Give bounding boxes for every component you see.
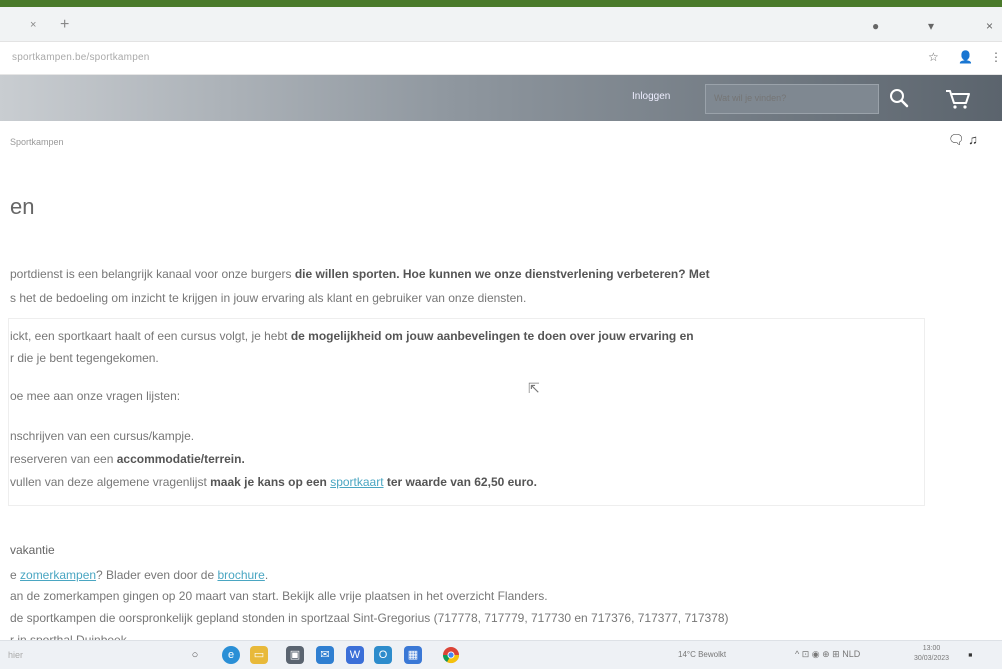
new-tab-icon[interactable]: + — [60, 16, 69, 34]
cart-icon — [946, 90, 970, 109]
share-icons[interactable]: 🗨 ♫ — [948, 132, 978, 148]
search-input[interactable] — [714, 93, 872, 103]
intro-paragraph-line: s het de bedoeling om inzicht te krijgen… — [10, 291, 527, 305]
feedback-paragraph-line: r die je bent tegengekomen. — [10, 351, 159, 365]
section-title: vakantie — [10, 543, 55, 557]
login-link[interactable]: Inloggen — [632, 91, 670, 102]
search-box[interactable] — [705, 84, 879, 114]
taskbar-search-text[interactable]: hier — [8, 650, 23, 660]
chrome-icon[interactable] — [442, 646, 460, 664]
breadcrumb[interactable]: Sportkampen — [10, 137, 64, 147]
page-title: en — [10, 194, 35, 219]
bookmark-star-icon[interactable]: ☆ — [928, 50, 939, 64]
zomerkampen-link[interactable]: zomerkampen — [20, 568, 96, 582]
taskbar: hier ○ e ▭ ▣ ✉ W O ▦ 14°C Bewolkt ^ ⊡ ◉ … — [0, 640, 1002, 669]
close-window-icon[interactable]: × — [986, 19, 993, 33]
survey-prize-line: vullen van deze algemene vragenlijst maa… — [10, 475, 537, 489]
calendar-icon[interactable]: ▦ — [404, 646, 422, 664]
profile-dot-icon[interactable]: ● — [872, 19, 879, 33]
brochure-link[interactable]: brochure — [217, 568, 264, 582]
section-line: e zomerkampen? Blader even door de broch… — [10, 568, 269, 582]
store-icon[interactable]: ▣ — [286, 646, 304, 664]
system-tray[interactable]: ^ ⊡ ◉ ⊕ ⊞ NLD — [795, 649, 860, 660]
taskbar-clock[interactable]: 13:00 30/03/2023 — [914, 644, 949, 664]
feedback-paragraph-line: ickt, een sportkaart haalt of een cursus… — [10, 329, 694, 343]
notification-icon[interactable]: ▪ — [968, 647, 973, 662]
search-icon — [890, 89, 909, 108]
intro-paragraph-line: portdienst is een belangrijk kanaal voor… — [10, 267, 710, 281]
file-explorer-icon[interactable]: ▭ — [250, 646, 268, 664]
mouse-cursor-icon: ⇱ — [528, 380, 540, 396]
cart-button[interactable] — [940, 83, 974, 113]
address-bar[interactable]: sportkampen.be/sportkampen ☆ 👤 ⋮ — [0, 42, 1002, 75]
profile-icon[interactable]: 👤 — [958, 50, 973, 64]
window-top-border — [0, 0, 1002, 7]
word-icon[interactable]: W — [346, 646, 364, 664]
section-line: an de zomerkampen gingen op 20 maart van… — [10, 589, 548, 603]
outlook-icon[interactable]: O — [374, 646, 392, 664]
search-button[interactable] — [884, 83, 914, 113]
survey-list-item[interactable]: reserveren van een accommodatie/terrein. — [10, 448, 245, 470]
site-header: Inloggen — [0, 75, 1002, 121]
survey-list-item[interactable]: nschrijven van een cursus/kampje. — [10, 425, 194, 447]
browser-menu-icon[interactable]: ⋮ — [990, 50, 1002, 64]
browser-tab-strip: × + ● ▾ × — [0, 7, 1002, 42]
weather-widget[interactable]: 14°C Bewolkt — [678, 650, 726, 659]
edge-icon[interactable]: e — [222, 646, 240, 664]
section-line: de sportkampen die oorspronkelijk geplan… — [10, 611, 729, 625]
task-view-icon[interactable]: ○ — [186, 646, 204, 664]
survey-intro-line: oe mee aan onze vragen lijsten: — [10, 389, 181, 403]
mail-icon[interactable]: ✉ — [316, 646, 334, 664]
url-text[interactable]: sportkampen.be/sportkampen — [12, 52, 150, 63]
tab-close-icon[interactable]: × — [30, 19, 36, 31]
minimize-icon[interactable]: ▾ — [928, 19, 934, 33]
sportkaart-link[interactable]: sportkaart — [330, 475, 383, 489]
